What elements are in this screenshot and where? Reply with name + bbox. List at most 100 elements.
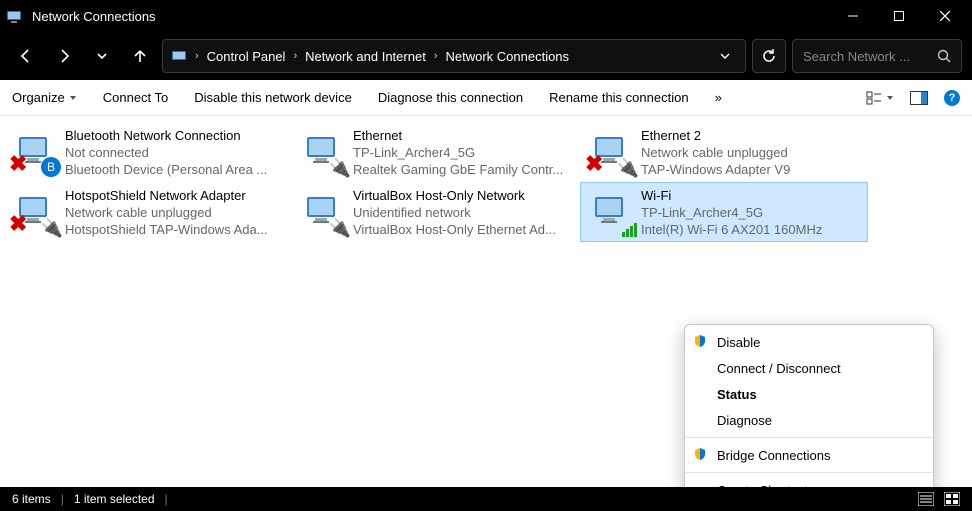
cable-icon: 🔌 [41, 218, 63, 239]
window-controls [830, 0, 968, 32]
chevron-right-icon[interactable]: › [195, 50, 199, 62]
adapter-text: Ethernet 2Network cable unpluggedTAP-Win… [641, 127, 861, 178]
adapter-text: HotspotShield Network AdapterNetwork cab… [65, 187, 285, 238]
help-button[interactable]: ? [944, 90, 960, 106]
command-bar: Organize Connect To Disable this network… [0, 80, 972, 116]
adapter-icon: ✖B [11, 127, 59, 175]
adapter-device: Intel(R) Wi-Fi 6 AX201 160MHz [641, 221, 861, 238]
forward-button[interactable] [48, 40, 80, 72]
adapter-name: Ethernet [353, 127, 573, 144]
breadcrumb-network-connections[interactable]: Network Connections [445, 49, 569, 64]
adapter-status: TP-Link_Archer4_5G [353, 144, 573, 161]
status-selected-count: 1 item selected [74, 492, 155, 506]
disconnected-x-icon: ✖ [9, 151, 27, 177]
adapter-text: EthernetTP-Link_Archer4_5GRealtek Gaming… [353, 127, 573, 178]
large-icons-view-button[interactable] [944, 492, 960, 506]
details-view-button[interactable] [918, 492, 934, 506]
adapter-name: Ethernet 2 [641, 127, 861, 144]
back-button[interactable] [10, 40, 42, 72]
breadcrumb-network-internet[interactable]: Network and Internet [305, 49, 426, 64]
preview-pane-button[interactable] [910, 91, 928, 105]
connect-to-button[interactable]: Connect To [103, 90, 169, 105]
titlebar: Network Connections [0, 0, 972, 32]
rename-connection-button[interactable]: Rename this connection [549, 90, 688, 105]
context-menu: Disable Connect / Disconnect Status Diag… [684, 324, 934, 487]
minimize-button[interactable] [830, 0, 876, 32]
up-button[interactable] [124, 40, 156, 72]
menu-separator [685, 472, 933, 473]
adapter-device: HotspotShield TAP-Windows Ada... [65, 221, 285, 238]
menu-status[interactable]: Status [685, 381, 933, 407]
view-options-button[interactable] [866, 90, 894, 106]
window: Network Connections › Control Panel › Ne… [0, 0, 972, 511]
adapter-device: Bluetooth Device (Personal Area ... [65, 161, 285, 178]
adapter-icon: 🔌 [299, 187, 347, 235]
organize-button[interactable]: Organize [12, 90, 77, 105]
adapter-icon: ✖🔌 [11, 187, 59, 235]
chevron-right-icon[interactable]: › [293, 50, 297, 62]
adapter-text: Bluetooth Network ConnectionNot connecte… [65, 127, 285, 178]
diagnose-button[interactable]: Diagnose this connection [378, 90, 523, 105]
menu-disable[interactable]: Disable [685, 329, 933, 355]
disable-device-button[interactable]: Disable this network device [194, 90, 352, 105]
bluetooth-icon: B [41, 157, 61, 177]
breadcrumb-control-panel[interactable]: Control Panel [207, 49, 286, 64]
navbar: › Control Panel › Network and Internet ›… [0, 32, 972, 80]
statusbar-sep: | [61, 492, 64, 506]
adapter-item[interactable]: Wi-FiTP-Link_Archer4_5GIntel(R) Wi-Fi 6 … [580, 182, 868, 242]
menu-separator [685, 437, 933, 438]
search-placeholder: Search Network ... [803, 49, 929, 64]
search-input[interactable]: Search Network ... [792, 39, 962, 73]
shield-icon [693, 447, 707, 461]
close-button[interactable] [922, 0, 968, 32]
adapter-icon [587, 187, 635, 235]
chevron-right-icon[interactable]: › [434, 50, 438, 62]
adapter-status: Not connected [65, 144, 285, 161]
control-panel-icon [171, 48, 187, 64]
statusbar-sep: | [165, 492, 168, 506]
cable-icon: 🔌 [617, 158, 639, 179]
adapter-status: Unidentified network [353, 204, 573, 221]
adapter-name: HotspotShield Network Adapter [65, 187, 285, 204]
adapter-icon: 🔌 [299, 127, 347, 175]
disconnected-x-icon: ✖ [585, 151, 603, 177]
adapter-device: TAP-Windows Adapter V9 [641, 161, 861, 178]
window-title: Network Connections [32, 9, 830, 24]
adapter-status: TP-Link_Archer4_5G [641, 204, 861, 221]
adapter-device: Realtek Gaming GbE Family Contr... [353, 161, 573, 178]
adapter-icon: ✖🔌 [587, 127, 635, 175]
adapter-status: Network cable unplugged [65, 204, 285, 221]
adapter-item[interactable]: ✖🔌HotspotShield Network AdapterNetwork c… [4, 182, 292, 242]
address-history-dropdown[interactable] [713, 50, 737, 62]
menu-connect-disconnect[interactable]: Connect / Disconnect [685, 355, 933, 381]
adapter-device: VirtualBox Host-Only Ethernet Ad... [353, 221, 573, 238]
recent-locations-button[interactable] [86, 40, 118, 72]
content-area: ✖BBluetooth Network ConnectionNot connec… [0, 116, 972, 487]
adapter-item[interactable]: ✖BBluetooth Network ConnectionNot connec… [4, 122, 292, 182]
app-icon [4, 6, 24, 26]
cable-icon: 🔌 [329, 218, 351, 239]
adapter-grid: ✖BBluetooth Network ConnectionNot connec… [0, 116, 972, 248]
refresh-button[interactable] [752, 39, 786, 73]
adapter-name: Bluetooth Network Connection [65, 127, 285, 144]
adapter-item[interactable]: 🔌VirtualBox Host-Only NetworkUnidentifie… [292, 182, 580, 242]
adapter-item[interactable]: ✖🔌Ethernet 2Network cable unpluggedTAP-W… [580, 122, 868, 182]
cable-icon: 🔌 [329, 158, 351, 179]
signal-bars-icon [622, 223, 637, 237]
adapter-item[interactable]: 🔌EthernetTP-Link_Archer4_5GRealtek Gamin… [292, 122, 580, 182]
adapter-text: VirtualBox Host-Only NetworkUnidentified… [353, 187, 573, 238]
status-item-count: 6 items [12, 492, 51, 506]
menu-bridge[interactable]: Bridge Connections [685, 442, 933, 468]
adapter-text: Wi-FiTP-Link_Archer4_5GIntel(R) Wi-Fi 6 … [641, 187, 861, 238]
search-icon [937, 49, 951, 63]
overflow-button[interactable]: » [715, 90, 722, 105]
adapter-name: VirtualBox Host-Only Network [353, 187, 573, 204]
menu-diagnose[interactable]: Diagnose [685, 407, 933, 433]
shield-icon [693, 334, 707, 348]
adapter-name: Wi-Fi [641, 187, 861, 204]
address-bar[interactable]: › Control Panel › Network and Internet ›… [162, 39, 746, 73]
statusbar: 6 items | 1 item selected | [0, 487, 972, 511]
maximize-button[interactable] [876, 0, 922, 32]
menu-create-shortcut[interactable]: Create Shortcut [685, 477, 933, 487]
disconnected-x-icon: ✖ [9, 211, 27, 237]
